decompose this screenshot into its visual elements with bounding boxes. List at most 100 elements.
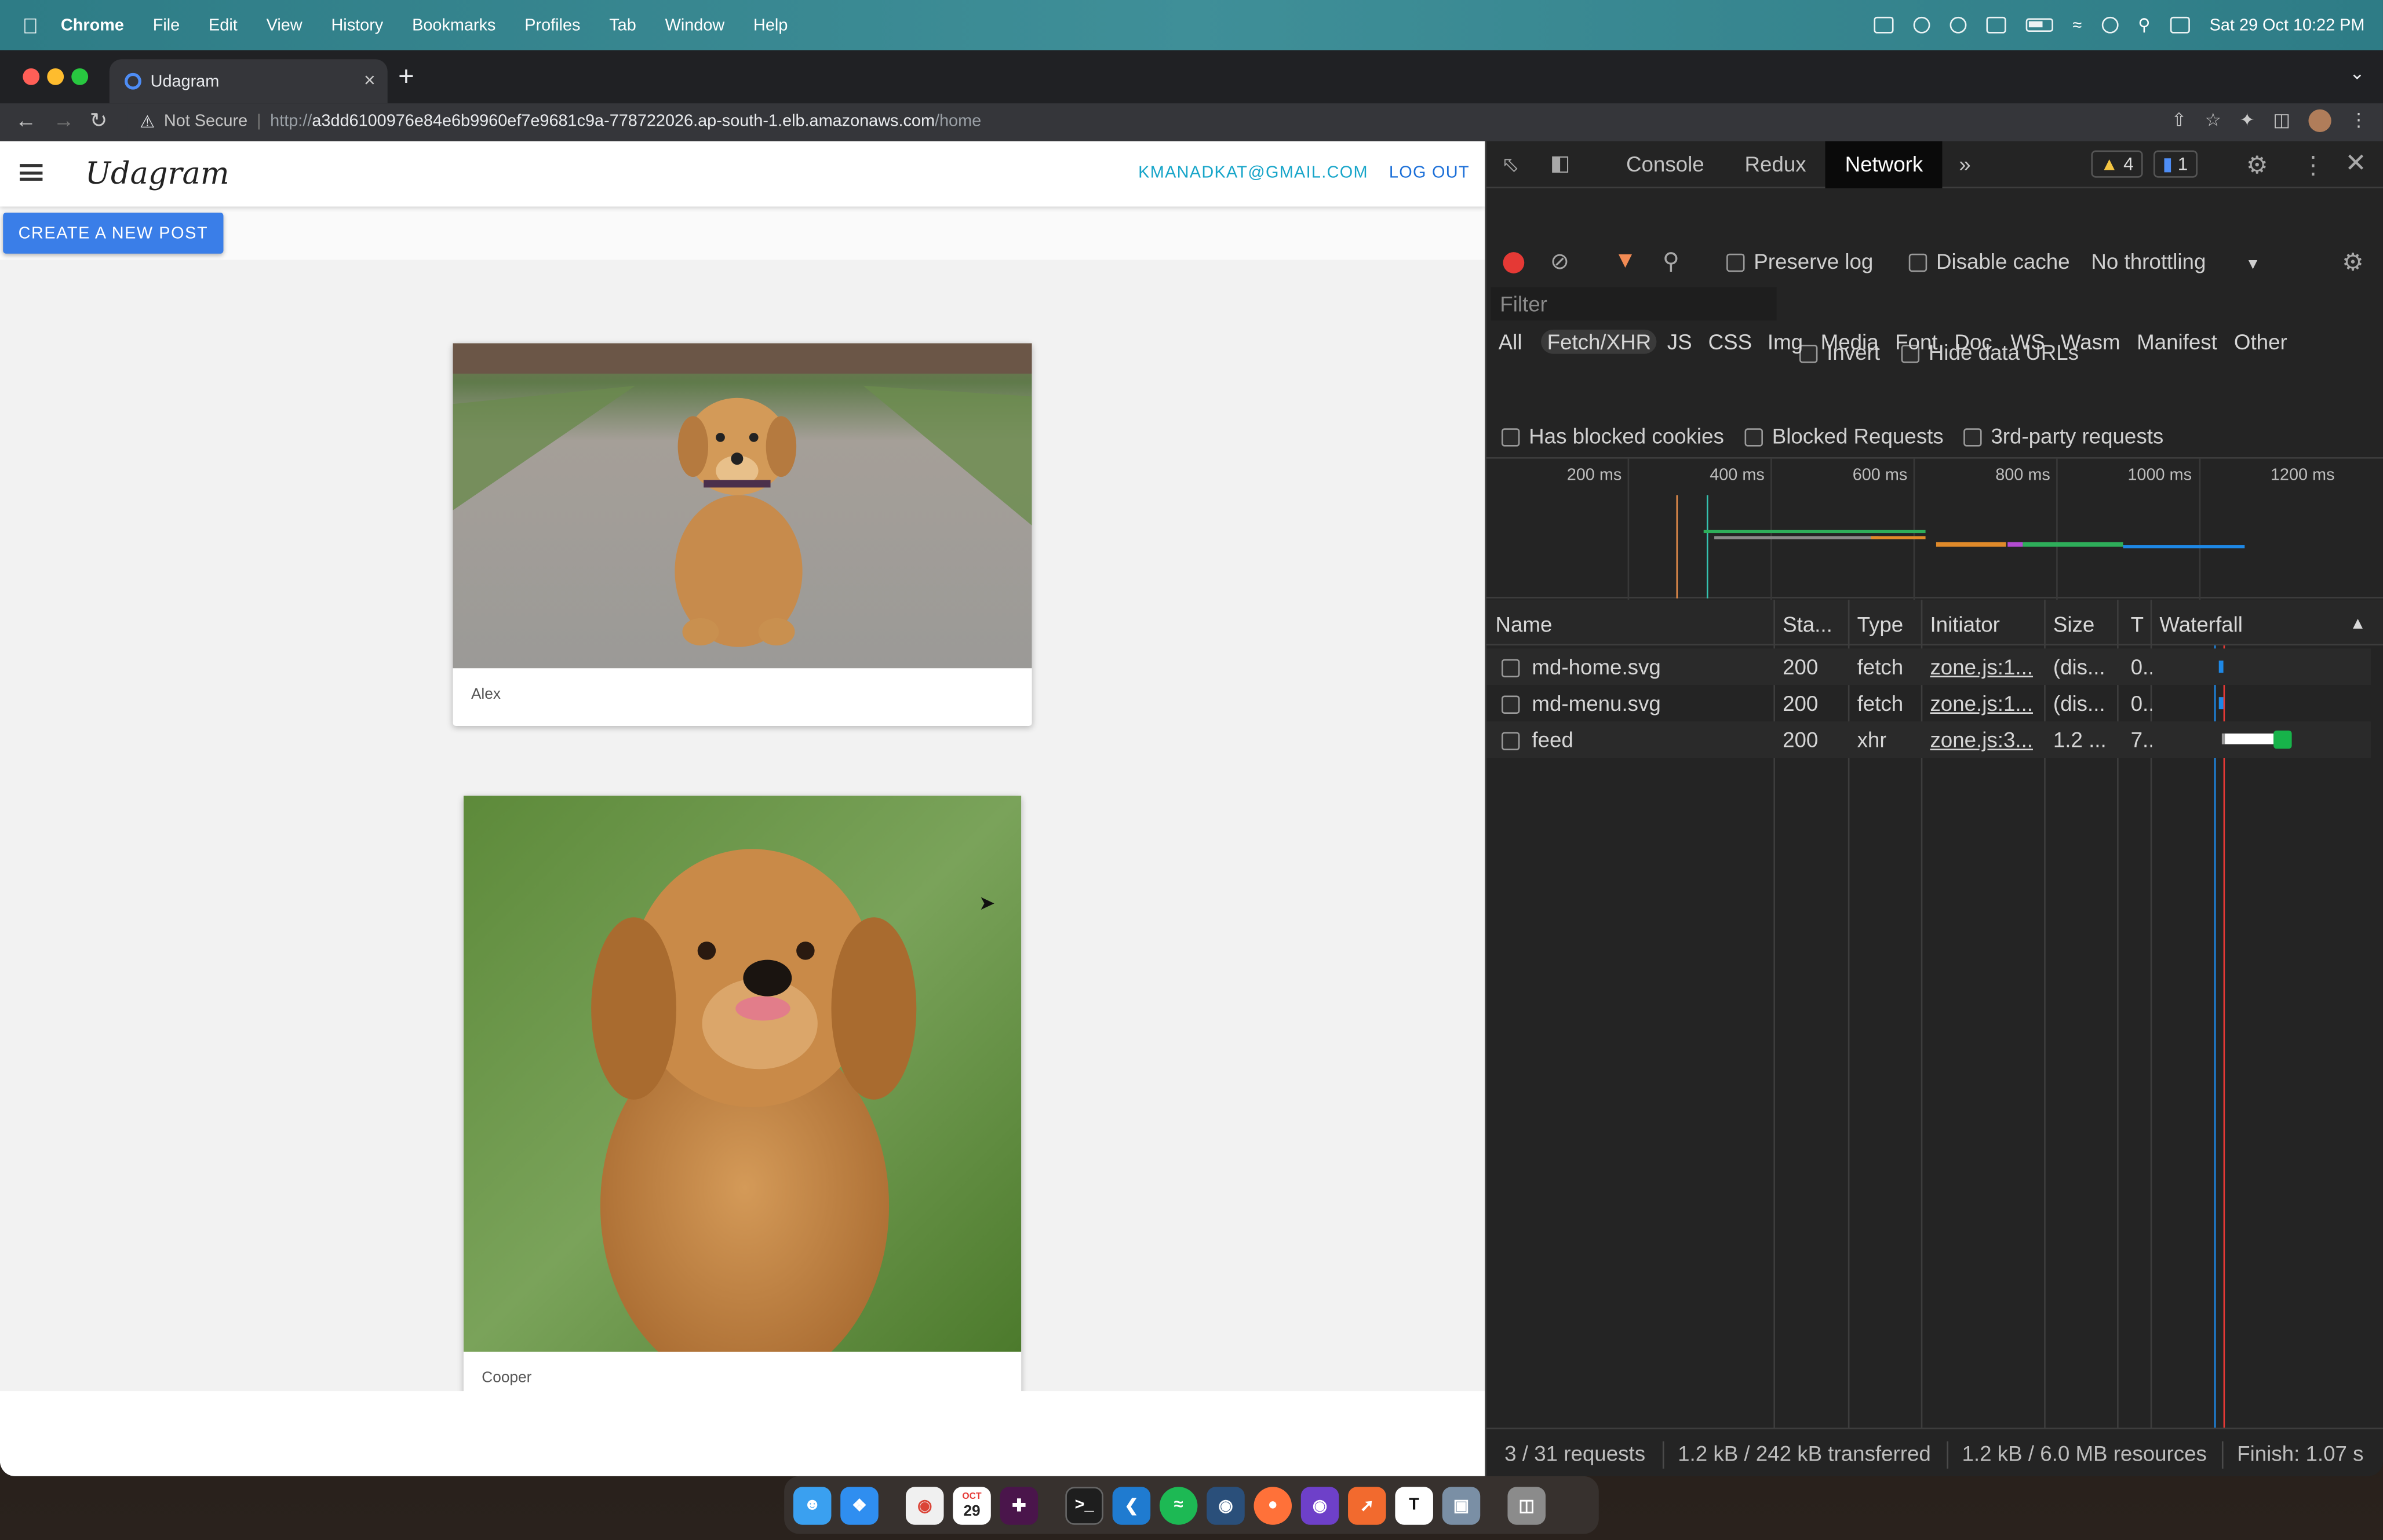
tab-console[interactable]: Console <box>1626 152 1704 176</box>
throttling-select[interactable]: No throttling ▼ <box>2091 249 2260 273</box>
request-initiator[interactable]: zone.js:1... <box>1930 655 2039 679</box>
github-desktop-icon[interactable]: ◉ <box>1300 1486 1339 1524</box>
trash-icon[interactable]: ◫ <box>1507 1486 1546 1524</box>
battery-icon[interactable] <box>2025 18 2053 32</box>
type-filter-wasm[interactable]: Wasm <box>2061 330 2120 354</box>
column-status[interactable]: Sta... <box>1783 612 1832 636</box>
logout-button[interactable]: LOG OUT <box>1389 164 1470 182</box>
column-waterfall[interactable]: Waterfall <box>2159 612 2242 636</box>
more-tabs-button[interactable]: » <box>1959 152 1970 176</box>
slack-icon[interactable]: ✚ <box>1000 1486 1039 1524</box>
row-checkbox[interactable] <box>1501 655 1529 679</box>
forward-arrow-icon[interactable]: → <box>53 108 75 132</box>
tab-search-chevron-icon[interactable]: ⌄ <box>2349 62 2364 83</box>
share-icon[interactable]: ⇧ <box>2171 110 2187 132</box>
app-logo[interactable]: Udagram <box>85 155 229 191</box>
tab-redux[interactable]: Redux <box>1745 152 1806 176</box>
window-minimize-button[interactable] <box>47 68 64 85</box>
safari-icon[interactable]: ❖ <box>840 1486 879 1524</box>
hamburger-menu-icon[interactable] <box>20 164 43 181</box>
table-row[interactable]: md-home.svg 200 fetch zone.js:1... (dis.… <box>1486 648 2371 685</box>
mysql-workbench-icon[interactable]: ◉ <box>1207 1486 1245 1524</box>
side-panel-icon[interactable]: ◫ <box>2273 110 2290 132</box>
devtools-close-icon[interactable]: ✕ <box>2345 149 2366 179</box>
wifi-icon[interactable]: ≈ <box>2072 16 2082 34</box>
clear-icon[interactable]: ⊘ <box>1550 247 1569 275</box>
checkbox[interactable] <box>1963 428 1982 447</box>
post-image-golden-retriever[interactable] <box>463 795 1022 1352</box>
type-filter-all[interactable]: All <box>1499 330 1522 354</box>
settings-gear-icon[interactable]: ⚙ <box>2246 151 2268 181</box>
chrome-menu-icon[interactable]: ⋮ <box>2349 110 2367 132</box>
warnings-badge[interactable]: ▲ 4 <box>2091 150 2143 178</box>
column-initiator[interactable]: Initiator <box>1930 612 1999 636</box>
disable-cache-checkbox[interactable]: Disable cache <box>1908 249 2070 273</box>
request-name[interactable]: md-home.svg <box>1532 655 1660 679</box>
chrome-icon[interactable]: ◉ <box>905 1486 944 1524</box>
column-size[interactable]: Size <box>2053 612 2094 636</box>
play-status-icon[interactable] <box>2101 16 2119 34</box>
menu-profiles[interactable]: Profiles <box>524 16 580 34</box>
devtools-menu-icon[interactable]: ⋮ <box>2301 151 2325 181</box>
type-filter-ws[interactable]: WS <box>2010 330 2045 354</box>
address-bar[interactable]: ⚠ Not Secure | http:// a3dd6100976e84e6b… <box>127 104 2225 138</box>
request-initiator[interactable]: zone.js:3... <box>1930 728 2039 752</box>
type-filter-fetch-xhr[interactable]: Fetch/XHR <box>1541 329 1657 354</box>
spotlight-search-icon[interactable]: ⚲ <box>2138 15 2150 35</box>
post-image-puppy[interactable] <box>453 343 1032 669</box>
column-type[interactable]: Type <box>1857 612 1904 636</box>
menu-bookmarks[interactable]: Bookmarks <box>412 16 495 34</box>
request-initiator[interactable]: zone.js:1... <box>1930 691 2039 716</box>
column-name[interactable]: Name <box>1495 612 1552 636</box>
table-row[interactable]: feed 200 xhr zone.js:3... 1.2 ... 7.. <box>1486 721 2371 758</box>
menu-file[interactable]: File <box>153 16 180 34</box>
request-name[interactable]: feed <box>1532 728 1573 752</box>
search-icon[interactable]: ⚲ <box>1663 247 1679 275</box>
device-toolbar-icon[interactable]: ◧ <box>1550 151 1571 177</box>
browser-tab-udagram[interactable]: Udagram × <box>109 59 388 104</box>
network-overview-timeline[interactable]: 200 ms 400 ms 600 ms 800 ms 1000 ms 1200… <box>1486 457 2383 600</box>
typora-icon[interactable]: T <box>1395 1486 1433 1524</box>
warning-triangle-icon[interactable]: ⚠ <box>140 112 155 131</box>
not-secure-label[interactable]: Not Secure <box>164 112 247 130</box>
tab-close-icon[interactable]: × <box>364 68 376 91</box>
window-close-button[interactable] <box>23 68 40 85</box>
calendar-icon[interactable]: OCT 29 <box>953 1486 991 1524</box>
menubar-datetime[interactable]: Sat 29 Oct 10:22 PM <box>2210 16 2365 34</box>
postman-icon[interactable]: ➚ <box>1348 1486 1386 1524</box>
firefox-icon[interactable]: ● <box>1254 1486 1292 1524</box>
new-tab-button[interactable]: + <box>398 61 414 93</box>
type-filter-manifest[interactable]: Manifest <box>2137 330 2217 354</box>
checkbox[interactable] <box>1501 428 1520 447</box>
type-filter-media[interactable]: Media <box>1821 330 1879 354</box>
type-filter-css[interactable]: CSS <box>1708 330 1752 354</box>
request-name[interactable]: md-menu.svg <box>1532 691 1660 716</box>
extensions-puzzle-icon[interactable]: ✦ <box>2239 110 2254 132</box>
type-filter-js[interactable]: JS <box>1667 330 1692 354</box>
checkbox[interactable] <box>1744 428 1763 447</box>
checkbox[interactable] <box>1726 254 1745 272</box>
sort-ascending-icon[interactable]: ▲ <box>2349 615 2366 633</box>
inspect-element-icon[interactable]: ⬁ <box>1502 152 1520 178</box>
third-party-requests-checkbox[interactable]: 3rd-party requests <box>1963 424 2163 448</box>
tab-network[interactable]: Network <box>1825 141 1943 189</box>
blocked-requests-checkbox[interactable]: Blocked Requests <box>1744 424 1944 448</box>
window-zoom-button[interactable] <box>71 68 89 85</box>
bookmark-star-icon[interactable]: ☆ <box>2205 110 2221 132</box>
dots-status-icon[interactable] <box>1949 16 1966 34</box>
messages-badge[interactable]: ▮ 1 <box>2153 150 2198 178</box>
preview-icon[interactable]: ▣ <box>1442 1486 1481 1524</box>
preserve-log-checkbox[interactable]: Preserve log <box>1726 249 1873 273</box>
menu-view[interactable]: View <box>267 16 303 34</box>
has-blocked-cookies-checkbox[interactable]: Has blocked cookies <box>1501 424 1724 448</box>
checkbox[interactable] <box>1908 254 1927 272</box>
type-filter-doc[interactable]: Doc <box>1954 330 1992 354</box>
menu-edit[interactable]: Edit <box>209 16 238 34</box>
filter-funnel-icon[interactable]: ▼ <box>1614 247 1637 273</box>
menu-history[interactable]: History <box>331 16 383 34</box>
table-row[interactable]: md-menu.svg 200 fetch zone.js:1... (dis.… <box>1486 685 2371 721</box>
column-time[interactable]: T <box>2131 612 2144 636</box>
user-email-link[interactable]: KMANADKAT@GMAIL.COM <box>1138 164 1368 182</box>
apple-icon[interactable]:  <box>0 13 61 37</box>
control-center-icon[interactable] <box>2170 16 2190 34</box>
